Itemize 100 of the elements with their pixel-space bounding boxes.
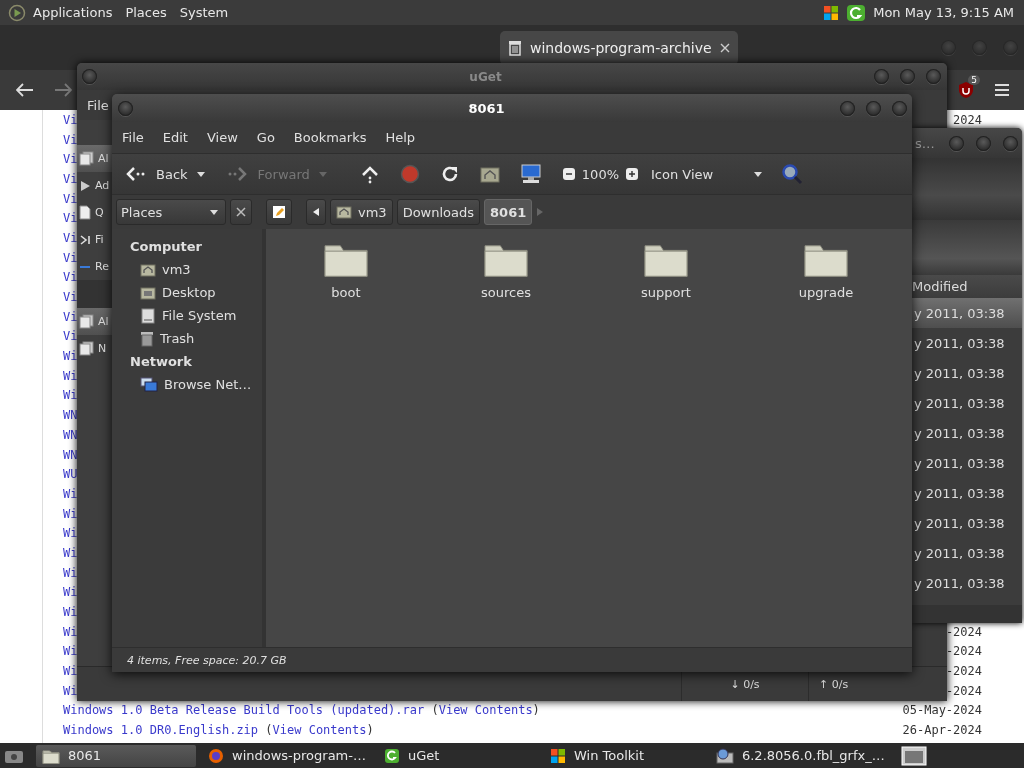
file-name[interactable]: support — [641, 285, 691, 300]
category-item[interactable]: Al — [77, 308, 112, 335]
sidebar-item[interactable]: Desktop — [112, 281, 262, 304]
home-folder-icon[interactable] — [479, 165, 500, 183]
menu-item[interactable]: Go — [256, 130, 275, 145]
window-control-button[interactable] — [866, 100, 881, 116]
path-button[interactable]: Downloads — [396, 199, 481, 225]
category-item[interactable]: Re — [77, 253, 112, 280]
table-row[interactable]: y 2011, 03:38 — [912, 568, 1022, 598]
table-row[interactable]: y 2011, 03:38 — [912, 358, 1022, 388]
menu-item[interactable]: Help — [385, 130, 416, 145]
file-link[interactable]: Vi — [63, 191, 78, 206]
taskbar-button[interactable]: uGet — [377, 744, 538, 767]
edit-location-button[interactable] — [266, 199, 292, 225]
workspace-icon[interactable] — [900, 745, 927, 766]
window-control-button[interactable] — [892, 100, 907, 116]
menu-icon[interactable] — [994, 83, 1010, 97]
taskbar-button[interactable]: 8061 — [36, 744, 196, 767]
path-back-button[interactable] — [306, 199, 326, 225]
file-link[interactable]: Wi — [63, 368, 78, 383]
back-button[interactable]: Back — [122, 161, 192, 187]
file-link[interactable]: Vi — [63, 171, 78, 186]
taskbar-button[interactable]: 6.2.8056.0.fbl_grfx_… — [709, 744, 891, 767]
zoom-in-icon[interactable] — [625, 167, 639, 181]
close-sidebar-button[interactable] — [230, 199, 252, 225]
file-name[interactable]: boot — [331, 285, 361, 300]
path-button[interactable]: 8061 — [484, 199, 533, 225]
view-contents-link[interactable]: View Contents — [272, 723, 367, 738]
computer-icon[interactable] — [519, 164, 542, 184]
file-link[interactable]: Vi — [63, 290, 78, 305]
search-icon[interactable] — [781, 163, 804, 185]
category-item[interactable]: N — [77, 335, 112, 362]
close-icon[interactable] — [719, 42, 730, 53]
sidebar-item[interactable]: Browse Net… — [112, 373, 262, 396]
download-manager-icon[interactable] — [846, 3, 867, 22]
file-link[interactable]: Wi — [63, 683, 78, 698]
window-control-button[interactable] — [926, 69, 941, 84]
panel-menu[interactable]: Places — [125, 5, 167, 20]
panel-menu[interactable]: Applications — [33, 5, 113, 20]
table-row[interactable]: y 2011, 03:38 — [912, 328, 1022, 358]
table-row[interactable]: y 2011, 03:38 — [912, 538, 1022, 568]
file-link[interactable]: Wi — [63, 486, 78, 501]
file-link[interactable]: Vi — [63, 230, 78, 245]
caret-icon[interactable] — [195, 170, 206, 178]
menu-item[interactable]: Bookmarks — [293, 130, 367, 145]
category-item[interactable]: Q — [77, 199, 112, 226]
file-link[interactable]: Wi — [63, 526, 78, 541]
stop-icon[interactable] — [399, 164, 420, 184]
taskbar-button[interactable]: windows-program-… — [202, 744, 372, 767]
file-link[interactable]: Wi — [63, 565, 78, 580]
window-control-button[interactable] — [949, 135, 964, 151]
panel-menu[interactable]: System — [179, 5, 229, 20]
back-arrow-icon[interactable] — [16, 83, 34, 97]
table-row[interactable]: y 2011, 03:38 — [912, 298, 1022, 328]
category-item[interactable]: Fi — [77, 226, 112, 253]
browser-tab[interactable]: windows-program-archive — [500, 30, 738, 65]
file-link[interactable]: WN — [63, 447, 78, 462]
file-name[interactable]: upgrade — [798, 285, 854, 300]
file-link[interactable]: WU — [63, 467, 78, 482]
file-link[interactable]: Wi — [63, 545, 78, 560]
window-control-button[interactable] — [1003, 135, 1018, 151]
file-link[interactable]: Wi — [63, 349, 78, 364]
file-link[interactable]: Wi — [63, 664, 78, 679]
windows-logo-icon[interactable] — [823, 4, 840, 21]
file-link[interactable]: Vi — [63, 270, 78, 285]
file-link[interactable]: Wi — [63, 605, 78, 620]
file-link[interactable]: Wi — [63, 585, 78, 600]
table-row[interactable]: y 2011, 03:38 — [912, 388, 1022, 418]
file-link[interactable]: Vi — [63, 250, 78, 265]
file-link[interactable]: Wi — [63, 388, 78, 403]
window-control-button[interactable] — [118, 100, 133, 116]
file-link[interactable]: Wi — [63, 624, 78, 639]
shield-icon[interactable] — [958, 81, 974, 99]
path-button[interactable]: vm3 — [330, 199, 393, 225]
app-menu-logo-icon[interactable] — [8, 3, 26, 22]
file-link[interactable]: Wi — [63, 506, 78, 521]
file-link[interactable]: Vi — [63, 112, 78, 127]
file-link[interactable]: WN — [63, 427, 78, 442]
menu-item[interactable]: File — [87, 97, 109, 113]
table-row[interactable]: y 2011, 03:38 — [912, 448, 1022, 478]
file-link[interactable]: Vi — [63, 309, 78, 324]
menu-item[interactable]: Edit — [162, 130, 188, 145]
window-control-button[interactable] — [82, 69, 97, 84]
file-name[interactable]: sources — [481, 285, 531, 300]
table-row[interactable]: y 2011, 03:38 — [912, 508, 1022, 538]
file-link[interactable]: Windows 1.0 DR0.English.zip — [63, 723, 259, 738]
window-control-button[interactable] — [840, 100, 855, 116]
file-link[interactable]: Windows 1.0 Beta Release Build Tools (updated).rar — [63, 703, 425, 718]
file-link[interactable]: WN — [63, 408, 78, 423]
view-mode-dropdown[interactable]: Icon View — [647, 162, 768, 186]
category-item[interactable]: Ad — [77, 172, 112, 199]
file-link[interactable]: Vi — [63, 329, 78, 344]
forward-arrow-icon[interactable] — [54, 83, 72, 97]
menu-item[interactable]: View — [206, 130, 238, 145]
taskbar-button[interactable]: Win Toolkit — [543, 744, 704, 767]
file-link[interactable]: Wi — [63, 644, 78, 659]
table-row[interactable]: y 2011, 03:38 — [912, 418, 1022, 448]
zoom-out-icon[interactable] — [561, 167, 576, 181]
file-link[interactable]: Vi — [63, 132, 78, 147]
sidebar-item[interactable]: vm3 — [112, 258, 262, 281]
